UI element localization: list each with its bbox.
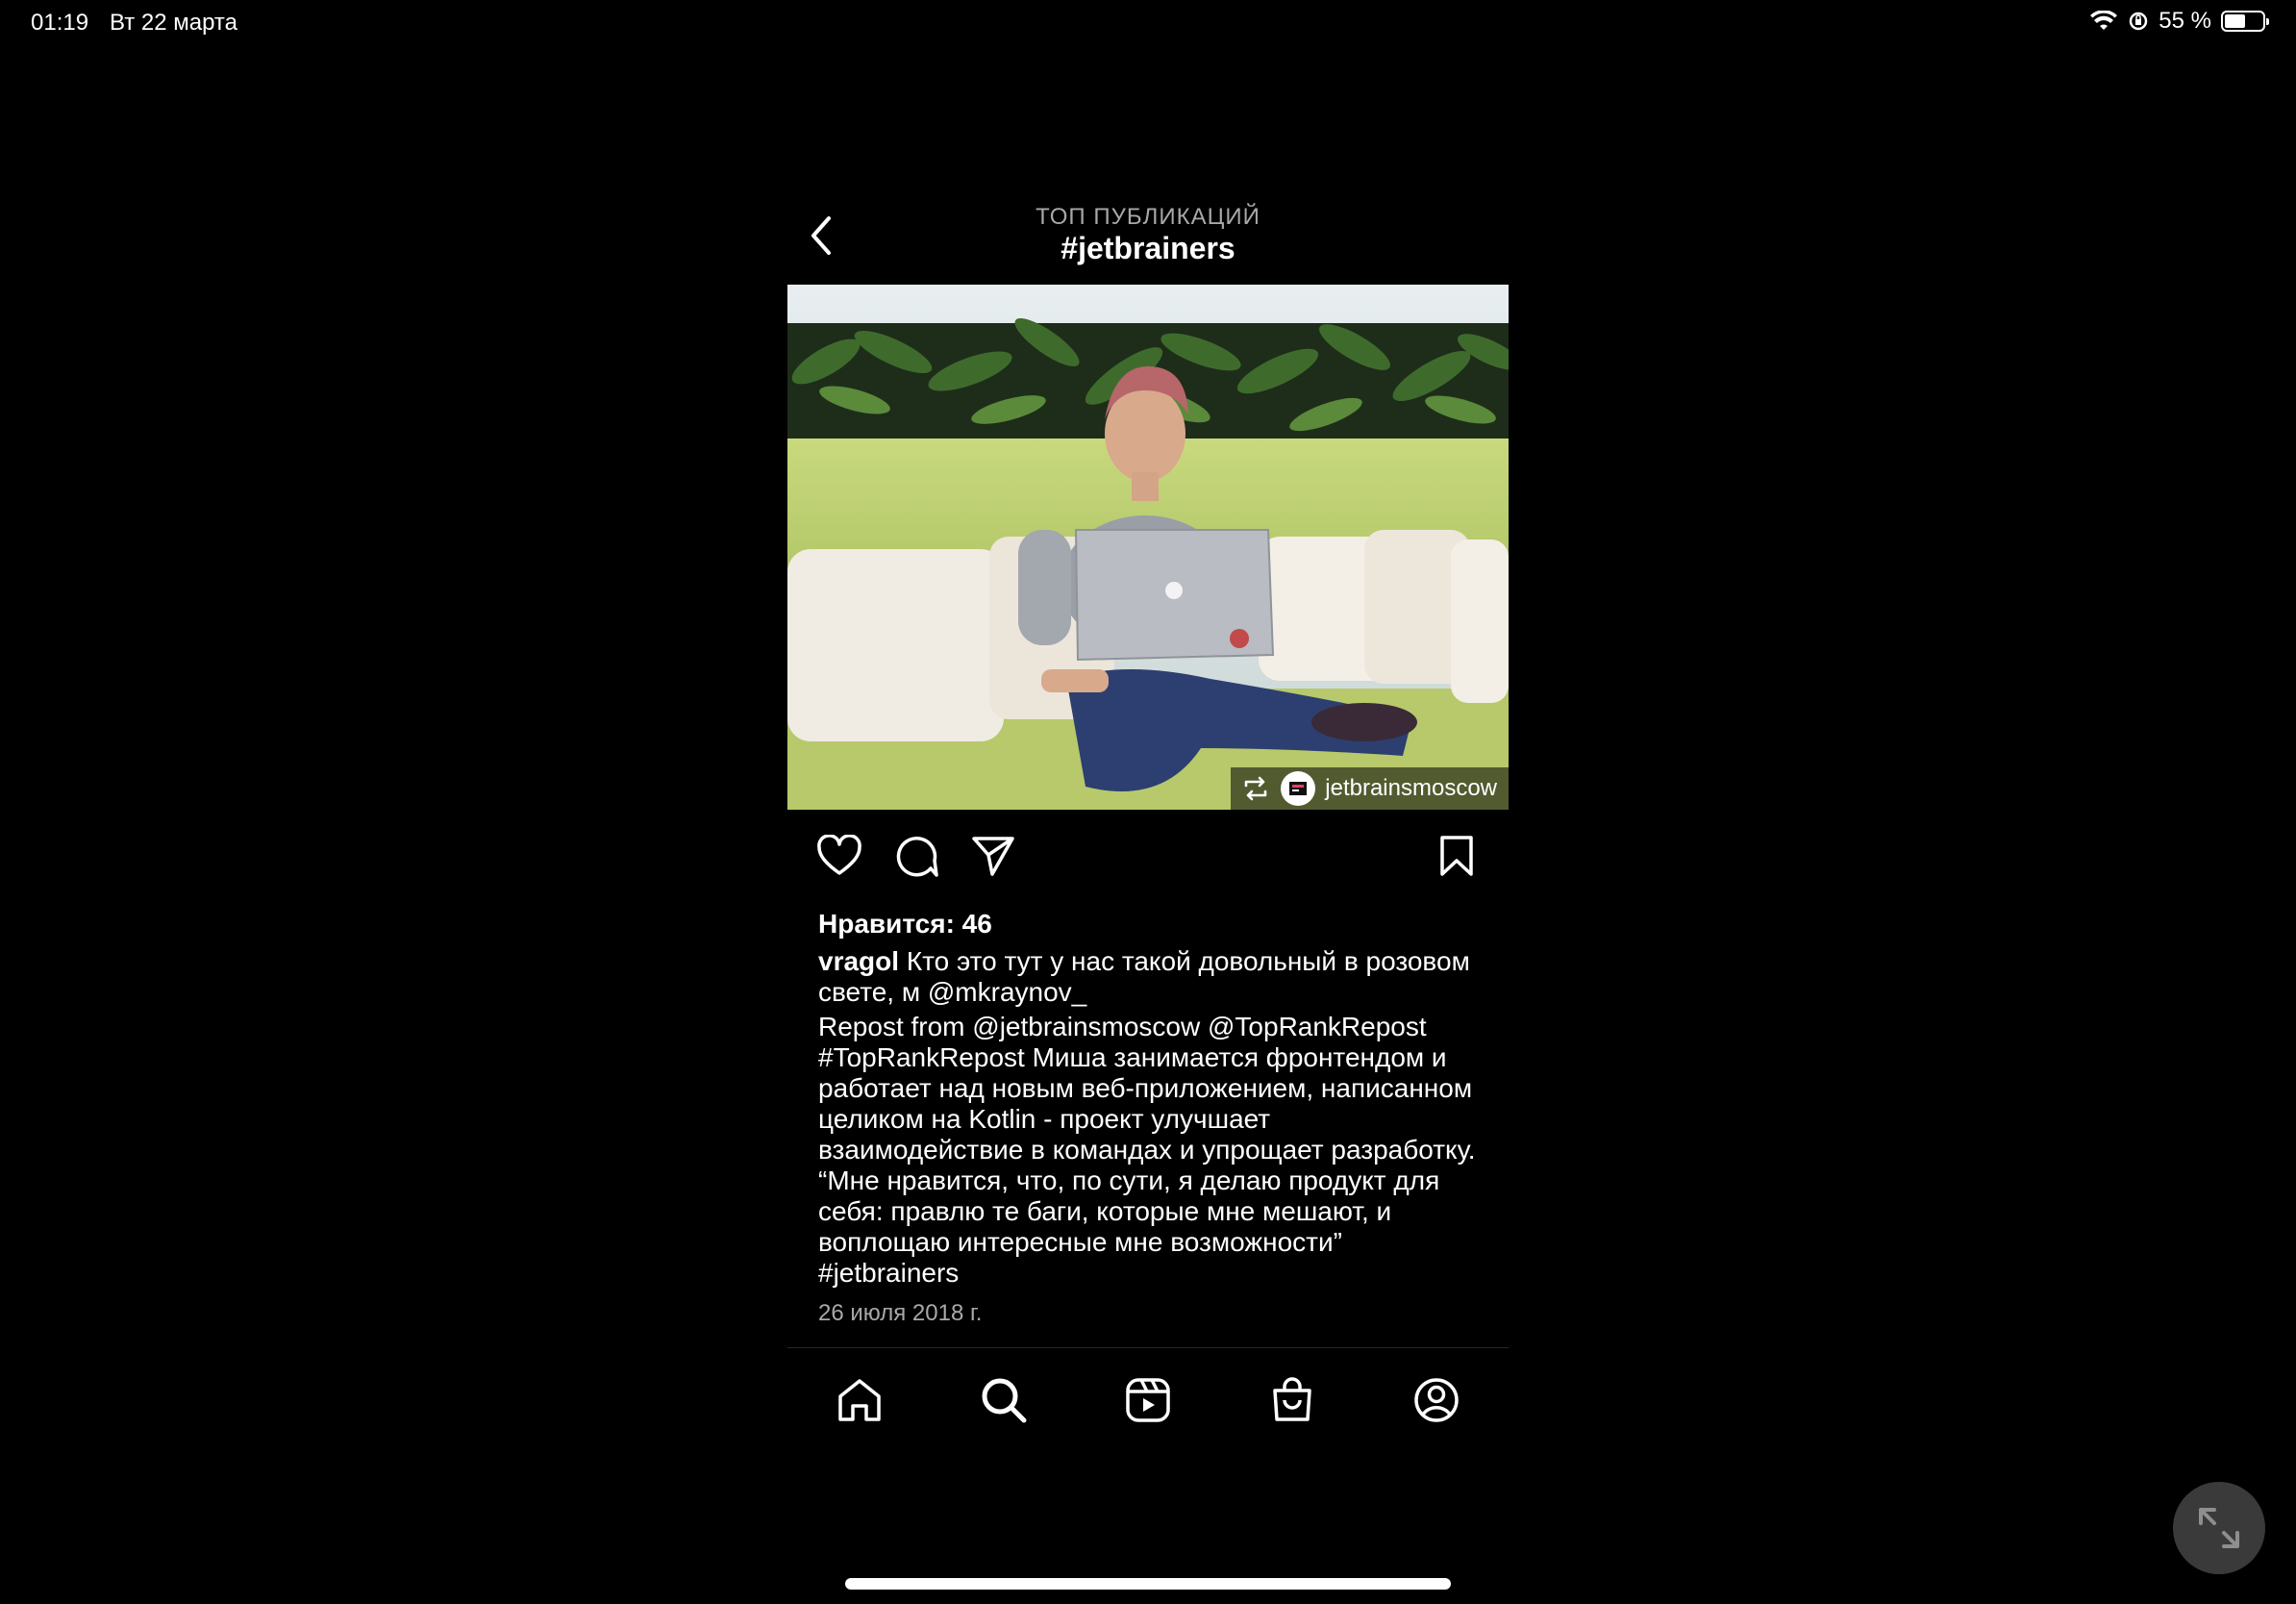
expand-button[interactable] — [2173, 1482, 2265, 1574]
repost-account: jetbrainsmoscow — [1325, 775, 1497, 801]
instagram-app: ТОП ПУБЛИКАЦИЙ #jetbrainers jetbrainsmos… — [787, 192, 1509, 1423]
heart-icon — [817, 835, 861, 875]
status-bar: 01:19 Вт 22 марта 55 % — [0, 0, 2296, 48]
post-caption: vragol Кто это тут у нас такой довольный… — [818, 946, 1478, 1289]
comment-icon — [896, 837, 938, 877]
tab-home[interactable] — [831, 1371, 888, 1429]
tab-reels[interactable] — [1119, 1371, 1177, 1429]
tab-bar — [787, 1347, 1509, 1443]
status-right: 55 % — [2089, 8, 2269, 35]
battery-percent: 55 % — [2159, 8, 2211, 34]
search-icon — [982, 1378, 1027, 1423]
caption-text: Кто это тут у нас такой довольный в розо… — [818, 946, 1470, 1007]
bookmark-icon — [1440, 836, 1473, 876]
tab-profile[interactable] — [1408, 1371, 1465, 1429]
post-actions — [787, 810, 1509, 902]
wifi-icon — [2090, 11, 2118, 30]
comment-button[interactable] — [891, 831, 941, 881]
status-time: 01:19 — [31, 10, 89, 36]
post-username[interactable]: vragol — [818, 946, 899, 976]
tab-shop[interactable] — [1263, 1371, 1321, 1429]
status-date: Вт 22 марта — [110, 10, 237, 36]
jetbrains-logo-icon — [1289, 782, 1308, 795]
share-icon — [972, 837, 1014, 876]
likes-count[interactable]: Нравится: 46 — [818, 902, 1509, 946]
post-image — [787, 285, 1509, 810]
save-button[interactable] — [1432, 831, 1482, 881]
profile-icon — [1414, 1378, 1459, 1422]
battery-icon — [2221, 11, 2269, 32]
reels-icon — [1126, 1378, 1170, 1422]
like-button[interactable] — [814, 831, 864, 881]
repost-tag[interactable]: jetbrainsmoscow — [1231, 767, 1509, 810]
repost-icon — [1244, 776, 1267, 801]
post-photo[interactable]: jetbrainsmoscow — [787, 285, 1509, 810]
tab-search[interactable] — [975, 1371, 1033, 1429]
header-subtitle: ТОП ПУБЛИКАЦИЙ — [1036, 204, 1260, 230]
share-button[interactable] — [968, 831, 1018, 881]
page-header: ТОП ПУБЛИКАЦИЙ #jetbrainers — [787, 192, 1509, 285]
home-icon — [838, 1379, 881, 1421]
repost-avatar — [1281, 771, 1316, 806]
post-date: 26 июля 2018 г. — [818, 1300, 983, 1326]
page-title: #jetbrainers — [1061, 231, 1235, 265]
home-indicator[interactable] — [845, 1578, 1451, 1590]
expand-arrows-icon — [2199, 1508, 2239, 1548]
orientation-lock-icon — [2130, 12, 2148, 31]
shop-icon — [1273, 1377, 1311, 1421]
caption-text-repost: Repost from @jetbrainsmoscow @TopRankRep… — [818, 1012, 1476, 1288]
